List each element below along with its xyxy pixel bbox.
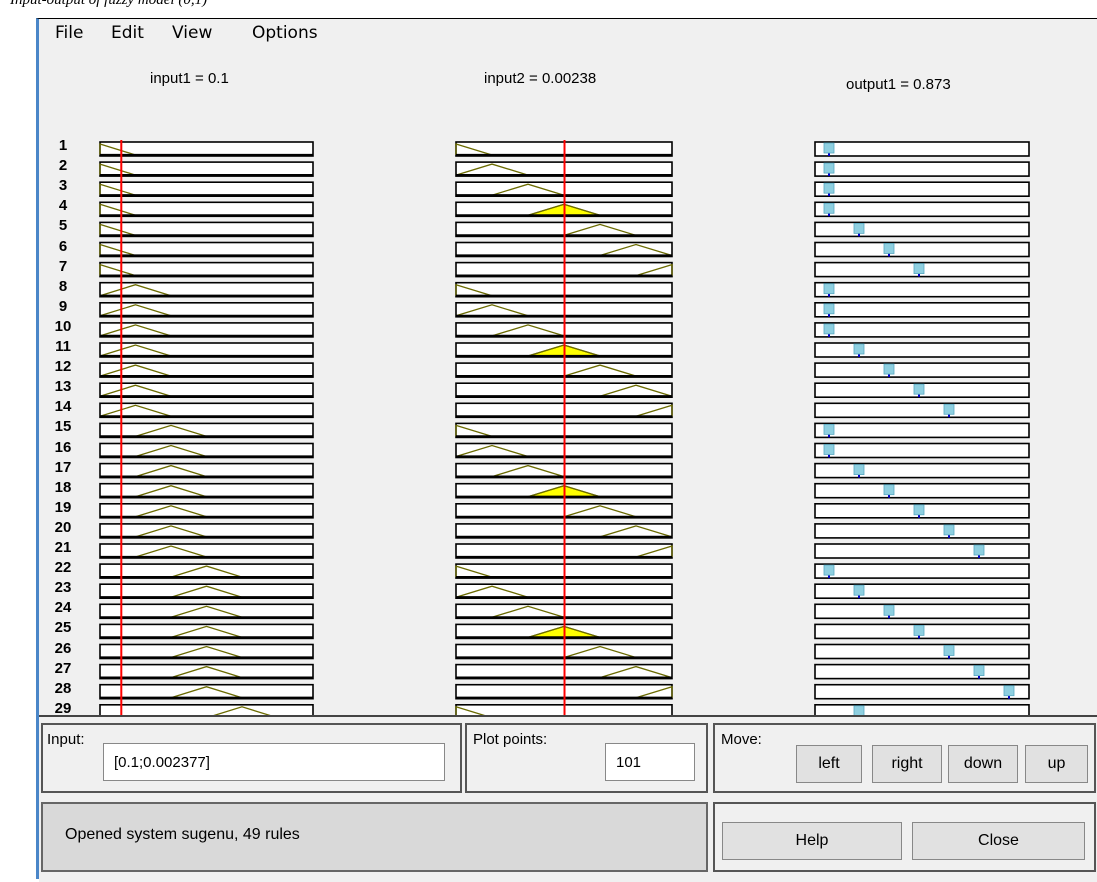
output1-rule-plot [814, 442, 1030, 459]
output1-rule-plot [814, 523, 1030, 539]
rule-viewer-window: File Edit View Options input1 = 0.1 inpu… [36, 18, 1097, 882]
help-button[interactable]: Help [722, 822, 902, 860]
output1-rule-plot [814, 161, 1030, 177]
output-marker [823, 142, 835, 154]
output-marker [823, 303, 835, 315]
output-marker [823, 182, 835, 194]
output-marker [943, 524, 955, 536]
output-marker [823, 323, 835, 335]
move-label: Move: [721, 731, 762, 748]
output-marker [973, 544, 985, 556]
output1-rule-plot [814, 643, 1030, 660]
output-marker [823, 283, 835, 295]
output1-rule-plot [814, 543, 1030, 559]
caption-text: Input-output of fuzzy model (0,1) [10, 0, 208, 8]
menu-file[interactable]: File [55, 23, 83, 43]
output-marker [853, 222, 865, 234]
move-left-button[interactable]: left [796, 745, 862, 783]
input1-rule-plot [99, 703, 314, 715]
output1-rule-plot [814, 322, 1030, 338]
output1-rule-plot [814, 563, 1030, 579]
output-marker [1003, 685, 1015, 697]
rule-plots-area: input1 = 0.1 input2 = 0.00238 output1 = … [39, 51, 1097, 715]
output1-rule-plot [814, 141, 1030, 157]
output-marker [913, 625, 925, 636]
output-marker [823, 564, 835, 576]
output-marker [913, 504, 925, 516]
menu-bar: File Edit View Options [39, 19, 1097, 51]
output-marker [853, 343, 865, 355]
output1-rule-plot [814, 362, 1030, 378]
output1-rule-plot [814, 703, 1030, 715]
output1-rule-plot [814, 201, 1030, 218]
output-marker [823, 162, 835, 174]
caption: Input-output of fuzzy model (0,1) [0, 0, 1097, 18]
output-marker [883, 484, 895, 496]
output-marker [913, 383, 925, 395]
rule-plots [99, 140, 1030, 715]
status-text: Opened system sugenu, 49 rules [65, 826, 300, 843]
output-marker [853, 705, 865, 715]
plot-points-frame: Plot points: [465, 723, 708, 793]
plot-points-label: Plot points: [473, 731, 548, 748]
input-label: Input: [47, 731, 85, 748]
input-field[interactable] [103, 743, 445, 781]
output-marker [943, 645, 955, 656]
control-panel: Input: Plot points: Move: left right dow… [39, 715, 1097, 882]
move-right-button[interactable]: right [872, 745, 942, 783]
output-marker [883, 243, 895, 254]
output1-rule-plot [814, 683, 1030, 700]
output-marker [823, 444, 835, 455]
output1-rule-plot [814, 181, 1030, 197]
menu-options[interactable]: Options [252, 23, 318, 43]
output1-rule-plot [814, 241, 1030, 258]
close-button[interactable]: Close [912, 822, 1085, 860]
output-marker [973, 665, 985, 676]
output-marker [913, 263, 925, 275]
output-marker [853, 584, 865, 596]
output1-rule-plot [814, 482, 1030, 499]
menu-edit[interactable]: Edit [111, 23, 144, 43]
plot-points-field[interactable] [605, 743, 695, 781]
output1-rule-plot [814, 221, 1030, 238]
output1-rule-plot [814, 583, 1030, 600]
status-frame: Opened system sugenu, 49 rules [41, 802, 708, 872]
output-marker [883, 363, 895, 375]
output1-rule-plot [814, 342, 1030, 358]
output1-rule-plot [814, 402, 1030, 419]
move-frame: Move: left right down up [713, 723, 1096, 793]
input-frame: Input: [41, 723, 462, 793]
output-marker [853, 464, 865, 476]
output1-rule-plot [814, 302, 1030, 318]
output-marker [823, 423, 835, 435]
output1-rule-plot [814, 422, 1030, 439]
menu-view[interactable]: View [172, 23, 212, 43]
output-marker [943, 403, 955, 415]
output-marker [823, 202, 835, 214]
output-marker [883, 604, 895, 616]
move-down-button[interactable]: down [948, 745, 1018, 783]
move-up-button[interactable]: up [1025, 745, 1088, 783]
output1-rule-plot [814, 663, 1030, 680]
output1-rule-plot [814, 462, 1030, 479]
output1-rule-plot [814, 281, 1030, 298]
help-close-frame: Help Close [713, 802, 1096, 872]
output1-rule-plot [814, 603, 1030, 620]
